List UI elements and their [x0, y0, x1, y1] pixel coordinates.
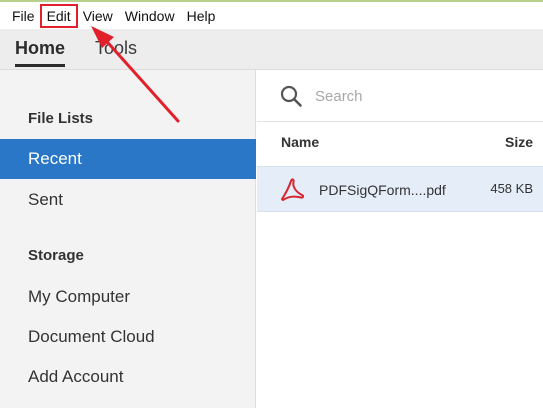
file-name: PDFSigQForm....pdf — [319, 182, 446, 198]
search-input[interactable] — [315, 85, 515, 107]
search-bar — [257, 70, 543, 122]
file-lists-heading: File Lists — [28, 110, 94, 127]
tab-bar: Home Tools — [0, 29, 543, 70]
tab-tools[interactable]: Tools — [95, 38, 137, 69]
column-header-name[interactable]: Name — [281, 134, 319, 150]
menu-bar: File Edit View Window Help — [0, 2, 543, 29]
sidebar-item-sent[interactable]: Sent — [0, 180, 256, 220]
pdf-file-icon — [281, 178, 305, 201]
sidebar-item-add-account[interactable]: Add Account — [0, 357, 256, 397]
main-content: Name Size PDFSigQForm....pdf 458 KB — [257, 70, 543, 408]
file-size: 458 KB — [490, 181, 533, 196]
sidebar-item-document-cloud[interactable]: Document Cloud — [0, 317, 256, 357]
sidebar-item-my-computer[interactable]: My Computer — [0, 277, 256, 317]
tab-home[interactable]: Home — [15, 38, 66, 69]
search-icon[interactable] — [279, 84, 303, 108]
column-header-size[interactable]: Size — [505, 134, 533, 150]
menu-view[interactable]: View — [77, 5, 119, 27]
menu-edit[interactable]: Edit — [39, 3, 78, 28]
storage-heading: Storage — [28, 247, 84, 264]
menu-file[interactable]: File — [6, 5, 41, 27]
sidebar: File Lists Recent Sent Storage My Comput… — [0, 70, 256, 408]
table-row[interactable]: PDFSigQForm....pdf 458 KB — [257, 166, 543, 212]
sidebar-item-recent[interactable]: Recent — [0, 139, 256, 179]
menu-window[interactable]: Window — [119, 5, 181, 27]
menu-help[interactable]: Help — [181, 5, 222, 27]
